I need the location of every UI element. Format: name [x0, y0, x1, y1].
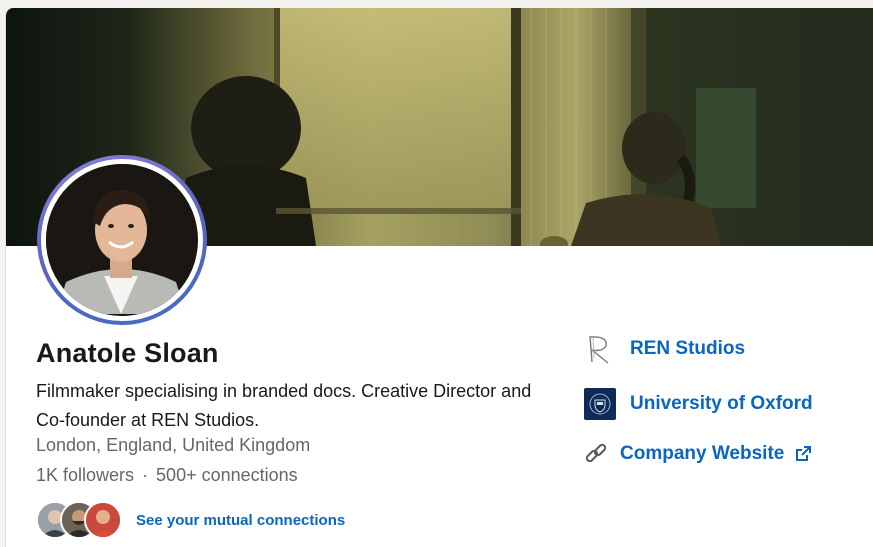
profile-stats: 1K followers · 500+ connections: [36, 465, 298, 486]
external-link-icon: [796, 446, 812, 461]
stats-separator: ·: [142, 465, 149, 485]
connections-count[interactable]: 500+ connections: [156, 465, 298, 486]
profile-card: Anatole Sloan Filmmaker specialising in …: [5, 8, 873, 547]
link-icon: [585, 443, 607, 463]
profile-photo[interactable]: [37, 155, 207, 325]
company-name[interactable]: REN Studios: [630, 338, 745, 360]
portrait-illustration: [46, 164, 196, 314]
followers-count[interactable]: 1K followers: [36, 465, 134, 486]
mutual-connections[interactable]: See your mutual connections: [36, 501, 345, 539]
ren-studios-logo-icon: [589, 335, 609, 364]
mutual-connections-link[interactable]: See your mutual connections: [136, 512, 345, 529]
profile-photo-frame: [41, 159, 203, 321]
profile-name: Anatole Sloan: [36, 338, 219, 368]
mutual-avatars: [36, 501, 124, 539]
oxford-crest-icon: [584, 388, 616, 420]
mutual-avatar: [84, 501, 122, 539]
school-name[interactable]: University of Oxford: [630, 393, 813, 415]
website-label[interactable]: Company Website: [620, 443, 784, 465]
education-link[interactable]: University of Oxford: [584, 388, 813, 420]
website-link[interactable]: Company Website: [584, 442, 812, 466]
profile-headline: Filmmaker specialising in branded docs. …: [36, 381, 532, 430]
company-link[interactable]: REN Studios: [584, 332, 745, 366]
profile-location: London, England, United Kingdom: [36, 435, 311, 455]
profile-photo-image: [46, 164, 198, 316]
